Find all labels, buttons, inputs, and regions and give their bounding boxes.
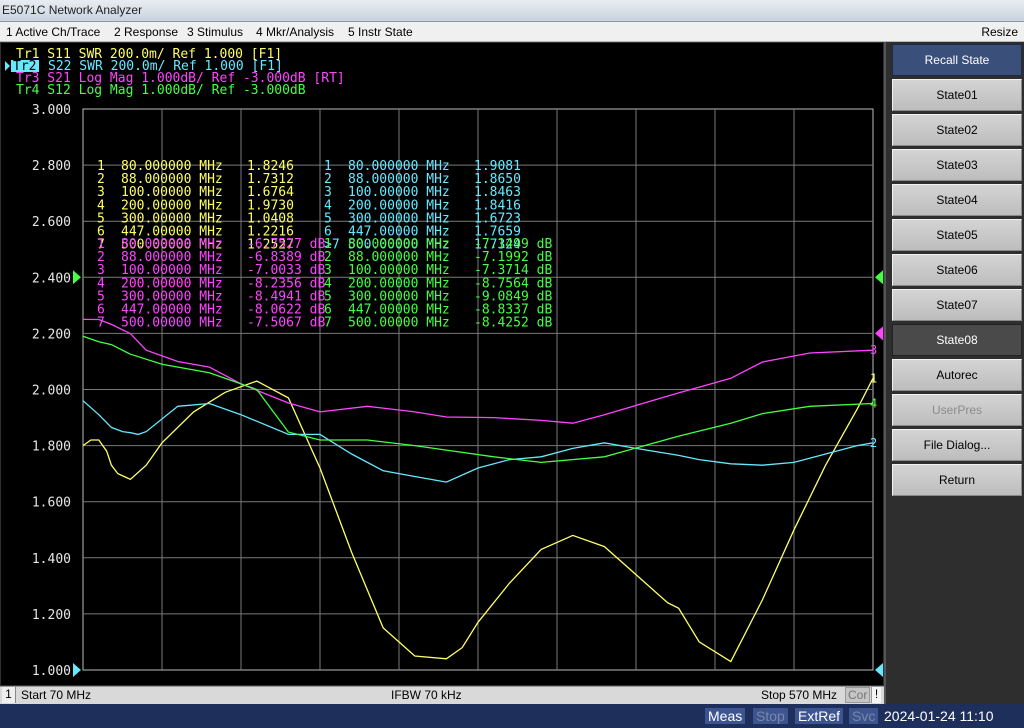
marker-value: -7.5067 dB	[247, 316, 325, 331]
status-extref: ExtRef	[795, 708, 844, 724]
trace-plot: Tr1 S11 SWR 200.0m/ Ref 1.000 [F1] Tr2 S…	[5, 47, 883, 679]
marker-table: 1 80.000000 MHz 1.82462 88.000000 MHz 1.7312…	[97, 159, 552, 331]
softkey-state05[interactable]: State05	[892, 219, 1022, 251]
ref-arrow-left-icon	[73, 270, 81, 285]
softkey-state03[interactable]: State03	[892, 149, 1022, 181]
y-tick-label: 2.000	[32, 384, 71, 399]
y-axis-tick-labels: 3.000 2.800 2.600 2.400 2.200 2.000 1.800 1.600…	[32, 103, 71, 679]
trace-end-label: 2	[870, 436, 877, 450]
ref-arrow-right-icon	[875, 663, 883, 677]
active-trace-pointer-icon	[5, 61, 10, 71]
status-meas: Meas	[705, 708, 746, 724]
window-title: E5071C Network Analyzer	[2, 3, 143, 17]
softkey-autorec[interactable]: Autorec	[892, 359, 1022, 391]
softkey-state04[interactable]: State04	[892, 184, 1022, 216]
menu-bar: 1 Active Ch/Trace 2 Response 3 Stimulus …	[0, 22, 1024, 42]
y-tick-label: 1.600	[32, 496, 71, 511]
softkey-state02[interactable]: State02	[892, 114, 1022, 146]
softkey-return[interactable]: Return	[892, 464, 1022, 496]
title-bar: E5071C Network Analyzer	[0, 0, 1024, 22]
y-tick-label: 1.200	[32, 608, 71, 623]
y-tick-label: 1.400	[32, 552, 71, 567]
status-stop: Stop	[753, 708, 788, 724]
y-tick-label: 2.600	[32, 215, 71, 230]
softkey-header-recall-state: Recall State	[892, 44, 1022, 76]
softkey-state06[interactable]: State06	[892, 254, 1022, 286]
marker-number: 7	[97, 316, 105, 331]
marker-value: -8.4252 dB	[474, 316, 552, 331]
softkey-state01[interactable]: State01	[892, 79, 1022, 111]
menu-mkr-analysis[interactable]: 4 Mkr/Analysis	[256, 25, 334, 39]
marker-frequency: 500.00000 MHz	[348, 316, 450, 331]
y-tick-label: 1.800	[32, 440, 71, 455]
measurement-screen: Tr1 S11 SWR 200.0m/ Ref 1.000 [F1] Tr2 S…	[0, 42, 884, 686]
trace-end-label: 4	[870, 397, 877, 411]
y-tick-label: 1.000	[32, 664, 71, 679]
channel-number[interactable]: 1	[2, 687, 16, 703]
menu-stimulus[interactable]: 3 Stimulus	[187, 25, 243, 39]
stop-frequency[interactable]: Stop 570 MHz	[761, 688, 837, 702]
trace-end-label: 3	[870, 343, 877, 357]
trace-lines: 1 2 3 4	[82, 318, 877, 663]
ifbw-value[interactable]: IFBW 70 kHz	[391, 688, 462, 702]
softkey-file-dialog[interactable]: File Dialog...	[892, 429, 1022, 461]
ref-arrow-right-icon	[875, 270, 883, 285]
trace-label-tr4[interactable]: Tr4 S12 Log Mag 1.000dB/ Ref -3.000dB	[16, 83, 306, 98]
correction-indicator: Cor	[845, 687, 871, 703]
softkey-state07[interactable]: State07	[892, 289, 1022, 321]
softkey-userpres[interactable]: UserPres	[892, 394, 1022, 426]
instrument-status-bar: Meas Stop ExtRef Svc 2024-01-24 11:10	[0, 704, 1024, 728]
ref-arrow-left-icon	[73, 663, 81, 677]
marker-number: 7	[324, 316, 332, 331]
ref-arrow-right-icon	[875, 326, 883, 341]
y-tick-label: 2.400	[32, 271, 71, 286]
menu-active-ch-trace[interactable]: 1 Active Ch/Trace	[6, 25, 100, 39]
y-tick-label: 3.000	[32, 103, 71, 118]
marker-frequency: 500.00000 MHz	[121, 316, 223, 331]
softkey-panel: Recall State State01 State02 State03 Sta…	[884, 42, 1024, 704]
trace-end-label: 1	[870, 371, 877, 385]
status-datetime: 2024-01-24 11:10	[884, 708, 994, 724]
status-svc: Svc	[849, 708, 879, 724]
y-tick-label: 2.200	[32, 327, 71, 342]
softkey-state08[interactable]: State08	[892, 324, 1022, 356]
channel-status-bar: 1 Start 70 MHz IFBW 70 kHz Stop 570 MHz …	[0, 686, 884, 704]
resize-button[interactable]: Resize	[981, 25, 1018, 39]
warning-indicator: !	[871, 687, 881, 703]
menu-instr-state[interactable]: 5 Instr State	[348, 25, 413, 39]
y-tick-label: 2.800	[32, 159, 71, 174]
menu-response[interactable]: 2 Response	[114, 25, 178, 39]
start-frequency[interactable]: Start 70 MHz	[21, 688, 91, 702]
